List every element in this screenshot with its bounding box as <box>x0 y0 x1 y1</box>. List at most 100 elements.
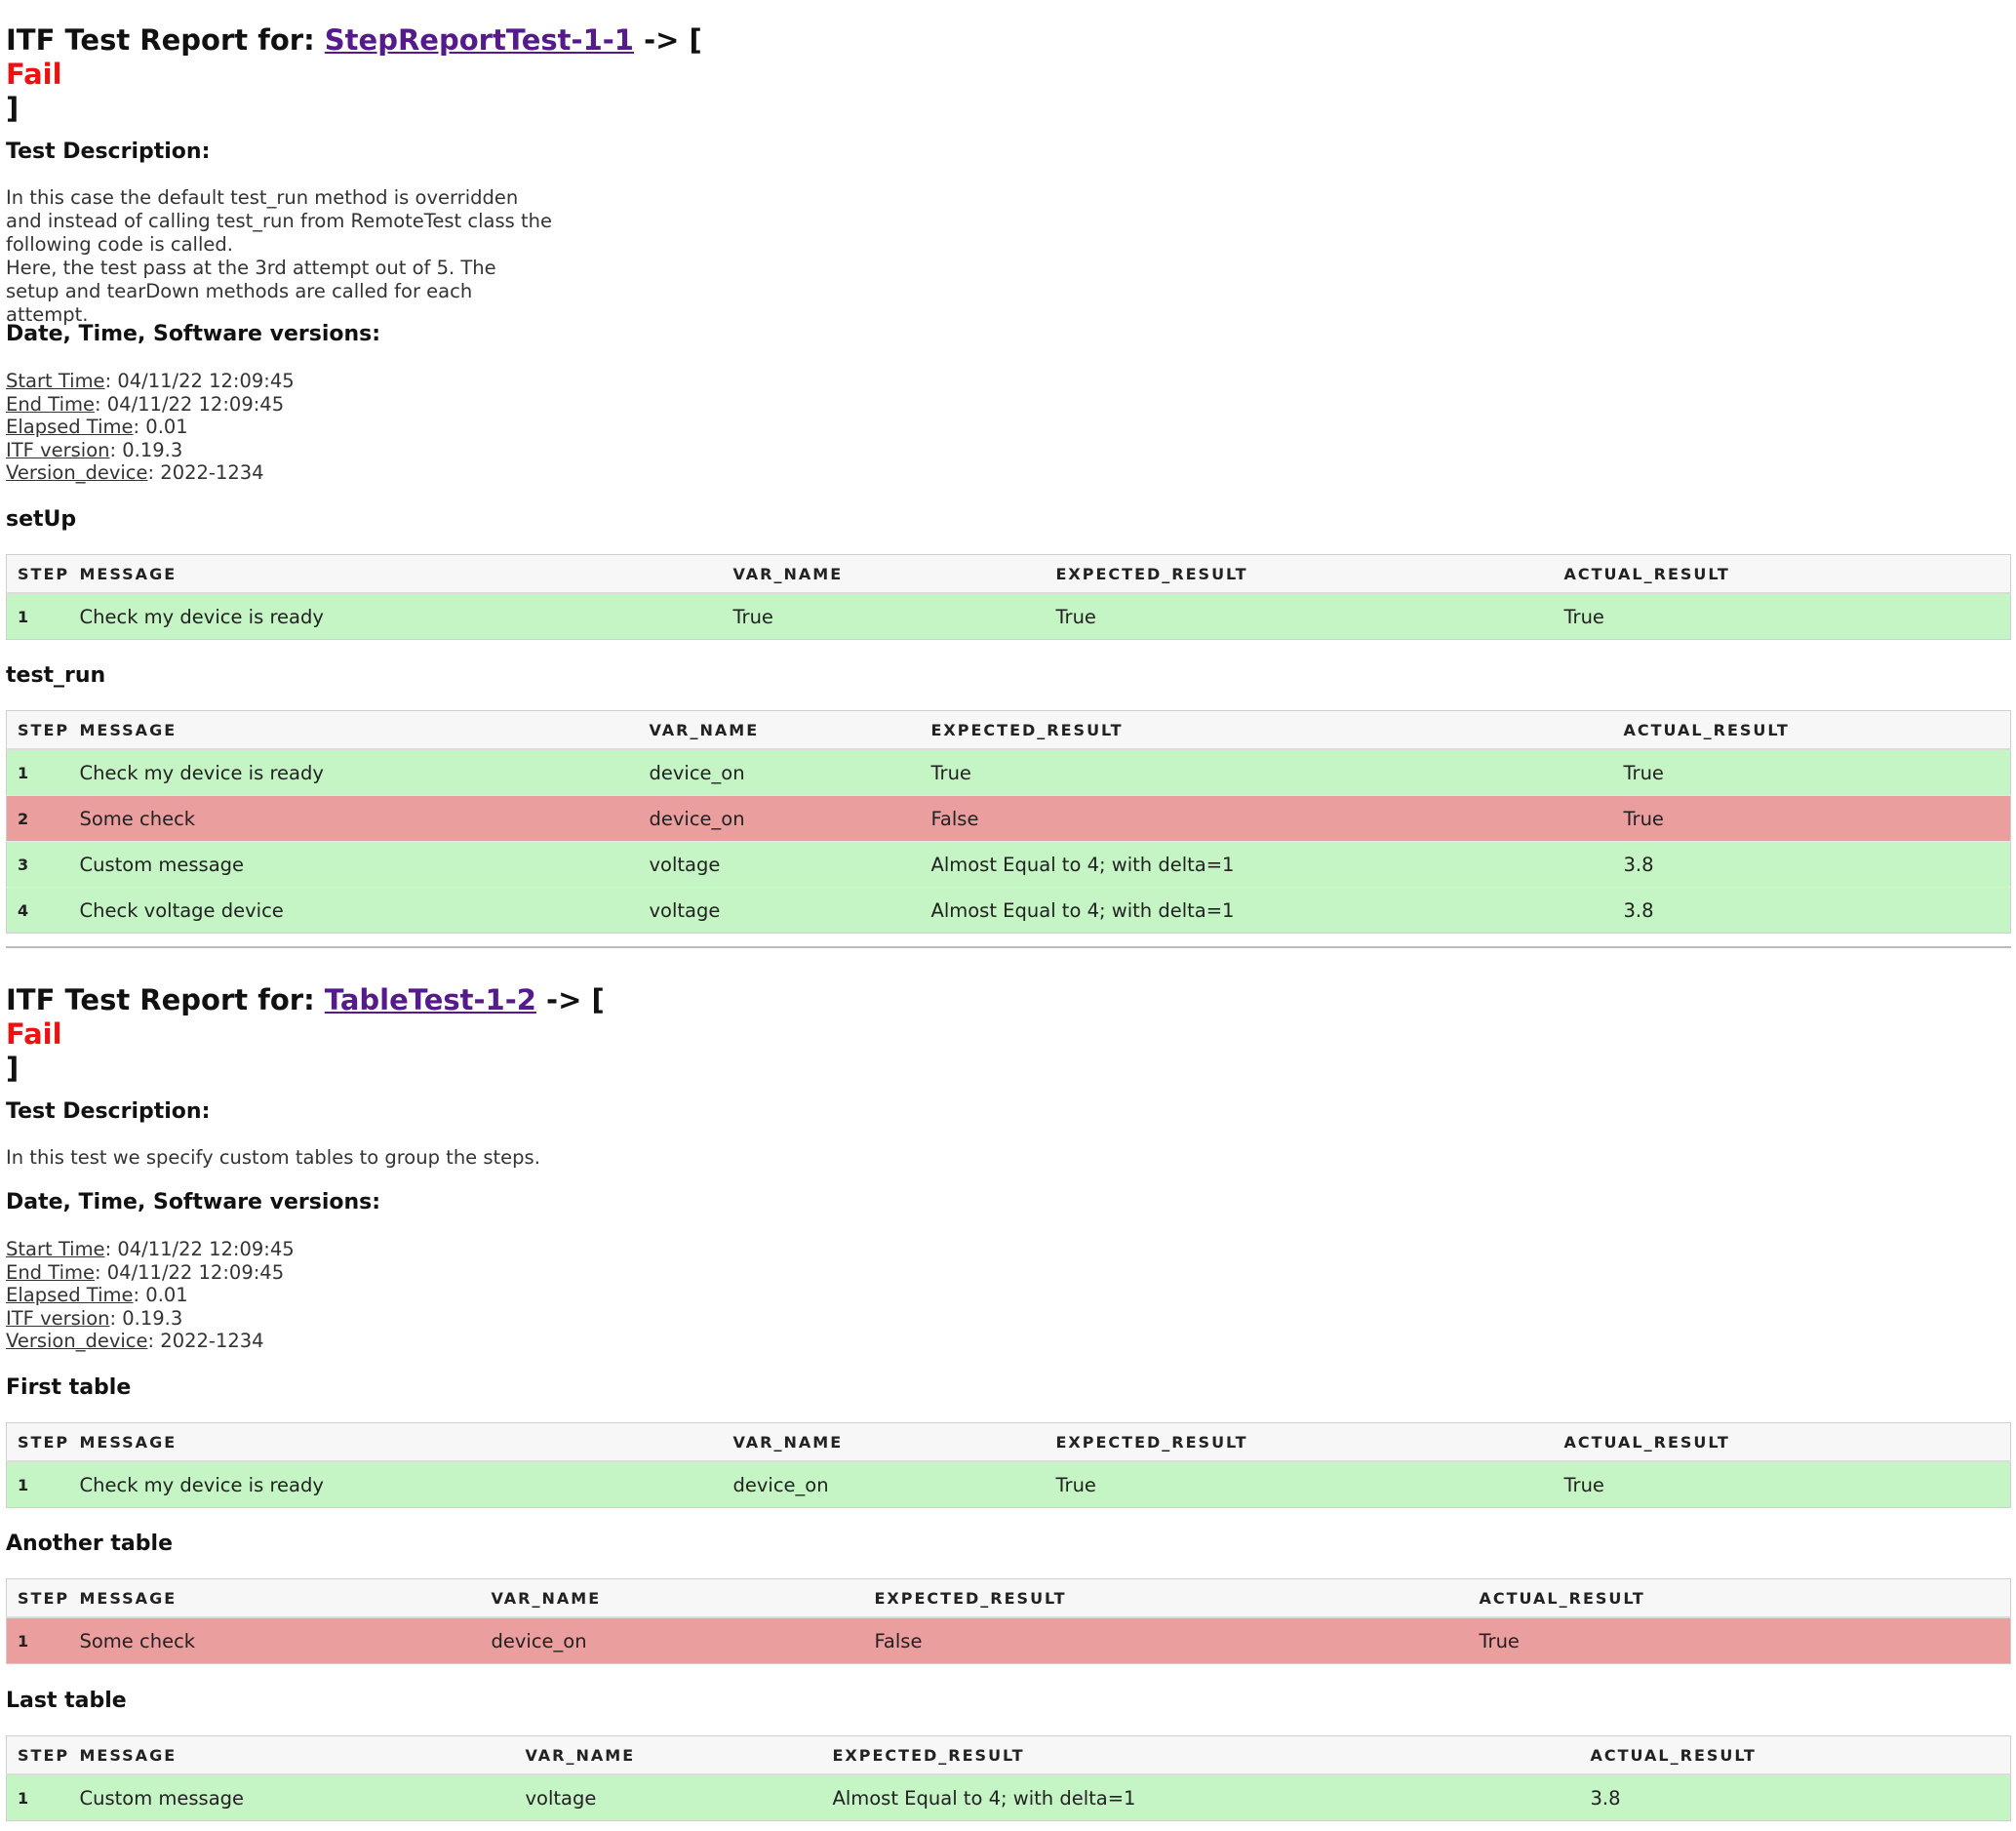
table-header-row: STEP MESSAGE VAR_NAME EXPECTED_RESULT AC… <box>6 1578 2011 1618</box>
cell-expected: True <box>920 748 1613 796</box>
cell-message: Check my device is ready <box>68 1460 723 1508</box>
cell-expected: Almost Equal to 4; with delta=1 <box>920 887 1613 934</box>
steps-table-setup: STEP MESSAGE VAR_NAME EXPECTED_RESULT AC… <box>6 554 2011 640</box>
cell-message: Check my device is ready <box>68 748 639 796</box>
col-actual-result: ACTUAL_RESULT <box>1579 1735 2011 1775</box>
table-header-row: STEP MESSAGE VAR_NAME EXPECTED_RESULT AC… <box>6 710 2011 750</box>
col-message: MESSAGE <box>68 1735 515 1775</box>
cell-expected: Almost Equal to 4; with delta=1 <box>920 841 1613 888</box>
table-row: 3 Custom message voltage Almost Equal to… <box>6 841 2011 888</box>
col-message: MESSAGE <box>68 710 639 750</box>
col-actual-result: ACTUAL_RESULT <box>1553 554 2011 594</box>
cell-message: Custom message <box>68 1773 515 1821</box>
cell-step: 1 <box>6 1773 69 1821</box>
meta-elapsed-time: Elapsed Time: 0.01 <box>6 416 188 438</box>
report-title: ITF Test Report for: StepReportTest-1-1 … <box>6 23 702 126</box>
cell-message: Some check <box>68 795 639 842</box>
cell-actual: 3.8 <box>1579 1773 2011 1821</box>
table-header-row: STEP MESSAGE VAR_NAME EXPECTED_RESULT AC… <box>6 1735 2011 1775</box>
table-heading-setup: setUp <box>6 507 77 532</box>
table-heading-another: Another table <box>6 1532 173 1556</box>
table-header-row: STEP MESSAGE VAR_NAME EXPECTED_RESULT AC… <box>6 1422 2011 1462</box>
col-step: STEP <box>6 1735 69 1775</box>
meta-itf-version: ITF version: 0.19.3 <box>6 438 183 461</box>
col-step: STEP <box>6 1578 69 1618</box>
cell-var-name: True <box>722 592 1046 640</box>
versions-heading: Date, Time, Software versions: <box>6 322 381 346</box>
cell-step: 3 <box>6 841 69 888</box>
title-arrow: -> [ <box>644 23 702 57</box>
description-heading: Test Description: <box>6 139 211 164</box>
report-separator <box>6 946 2011 948</box>
col-expected-result: EXPECTED_RESULT <box>1045 554 1554 594</box>
col-message: MESSAGE <box>68 1422 723 1462</box>
table-heading-first: First table <box>6 1375 132 1400</box>
table-heading-test-run: test_run <box>6 663 106 688</box>
table-row: 1 Check my device is ready device_on Tru… <box>6 1460 2011 1508</box>
col-expected-result: EXPECTED_RESULT <box>863 1578 1469 1618</box>
title-close-bracket: ] <box>6 92 20 125</box>
result-status: Fail <box>6 58 62 91</box>
table-row: 1 Check my device is ready device_on Tru… <box>6 748 2011 796</box>
meta-elapsed-time: Elapsed Time: 0.01 <box>6 1284 188 1306</box>
cell-actual: True <box>1553 592 2011 640</box>
cell-step: 1 <box>6 592 69 640</box>
cell-step: 1 <box>6 748 69 796</box>
cell-message: Custom message <box>68 841 639 888</box>
cell-actual: True <box>1468 1616 2011 1664</box>
cell-actual: 3.8 <box>1612 887 2011 934</box>
table-row: 1 Some check device_on False True <box>6 1616 2011 1664</box>
cell-message: Check voltage device <box>68 887 639 934</box>
steps-table-test-run: STEP MESSAGE VAR_NAME EXPECTED_RESULT AC… <box>6 710 2011 934</box>
cell-step: 4 <box>6 887 69 934</box>
table-heading-last: Last table <box>6 1689 127 1713</box>
meta-start-time: Start Time: 04/11/22 12:09:45 <box>6 370 295 392</box>
table-row: 1 Custom message voltage Almost Equal to… <box>6 1773 2011 1821</box>
cell-var-name: voltage <box>638 887 921 934</box>
cell-actual: True <box>1612 748 2011 796</box>
col-step: STEP <box>6 1422 69 1462</box>
col-actual-result: ACTUAL_RESULT <box>1468 1578 2011 1618</box>
cell-var-name: device_on <box>722 1460 1046 1508</box>
versions-heading: Date, Time, Software versions: <box>6 1190 381 1214</box>
title-prefix: ITF Test Report for: <box>6 23 315 57</box>
title-prefix: ITF Test Report for: <box>6 983 315 1016</box>
test-name-link[interactable]: StepReportTest-1-1 <box>325 23 634 57</box>
meta-list: Start Time: 04/11/22 12:09:45 End Time: … <box>6 370 295 485</box>
cell-actual: 3.8 <box>1612 841 2011 888</box>
cell-expected: False <box>920 795 1613 842</box>
meta-start-time: Start Time: 04/11/22 12:09:45 <box>6 1238 295 1260</box>
description-heading: Test Description: <box>6 1099 211 1124</box>
test-name-link[interactable]: TableTest-1-2 <box>325 983 536 1016</box>
cell-var-name: device_on <box>638 795 921 842</box>
cell-expected: False <box>863 1616 1469 1664</box>
steps-table-first: STEP MESSAGE VAR_NAME EXPECTED_RESULT AC… <box>6 1422 2011 1508</box>
cell-var-name: device_on <box>480 1616 864 1664</box>
test-description: In this case the default test_run method… <box>6 186 552 326</box>
table-row: 2 Some check device_on False True <box>6 795 2011 842</box>
steps-table-another: STEP MESSAGE VAR_NAME EXPECTED_RESULT AC… <box>6 1578 2011 1664</box>
col-expected-result: EXPECTED_RESULT <box>920 710 1613 750</box>
cell-var-name: voltage <box>514 1773 822 1821</box>
col-expected-result: EXPECTED_RESULT <box>1045 1422 1554 1462</box>
table-row: 1 Check my device is ready True True Tru… <box>6 592 2011 640</box>
col-step: STEP <box>6 710 69 750</box>
col-actual-result: ACTUAL_RESULT <box>1612 710 2011 750</box>
meta-list: Start Time: 04/11/22 12:09:45 End Time: … <box>6 1238 295 1353</box>
col-var-name: VAR_NAME <box>480 1578 864 1618</box>
cell-step: 1 <box>6 1616 69 1664</box>
cell-actual: True <box>1553 1460 2011 1508</box>
col-var-name: VAR_NAME <box>638 710 921 750</box>
cell-message: Check my device is ready <box>68 592 723 640</box>
col-expected-result: EXPECTED_RESULT <box>821 1735 1580 1775</box>
cell-actual: True <box>1612 795 2011 842</box>
col-var-name: VAR_NAME <box>722 1422 1046 1462</box>
col-message: MESSAGE <box>68 1578 481 1618</box>
cell-expected: Almost Equal to 4; with delta=1 <box>821 1773 1580 1821</box>
meta-itf-version: ITF version: 0.19.3 <box>6 1306 183 1330</box>
col-message: MESSAGE <box>68 554 723 594</box>
steps-table-last: STEP MESSAGE VAR_NAME EXPECTED_RESULT AC… <box>6 1735 2011 1821</box>
cell-var-name: voltage <box>638 841 921 888</box>
result-status: Fail <box>6 1017 62 1051</box>
col-var-name: VAR_NAME <box>722 554 1046 594</box>
